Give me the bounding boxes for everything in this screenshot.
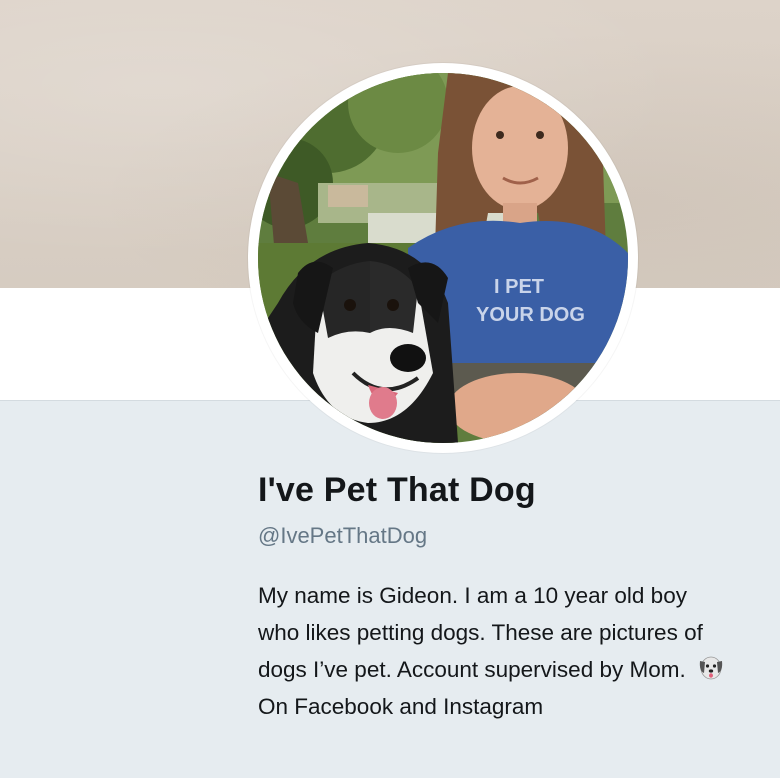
- dog-face-icon: [696, 653, 726, 683]
- svg-text:I PET: I PET: [494, 276, 544, 298]
- svg-text:YOUR DOG: YOUR DOG: [476, 304, 585, 326]
- profile-avatar[interactable]: I PET YOUR DOG: [248, 63, 638, 453]
- profile-bio: My name is Gideon. I am a 10 year old bo…: [258, 577, 728, 725]
- profile-display-name[interactable]: I've Pet That Dog: [258, 470, 536, 510]
- bio-text: My name is Gideon. I am a 10 year old bo…: [258, 583, 703, 682]
- profile-page: I PET YOUR DOG I've Pet That Dog @IvePet…: [0, 0, 780, 778]
- profile-handle[interactable]: @IvePetThatDog: [258, 522, 427, 550]
- bio-links-text: On Facebook and Instagram: [258, 694, 544, 719]
- avatar-photo: I PET YOUR DOG: [258, 73, 628, 443]
